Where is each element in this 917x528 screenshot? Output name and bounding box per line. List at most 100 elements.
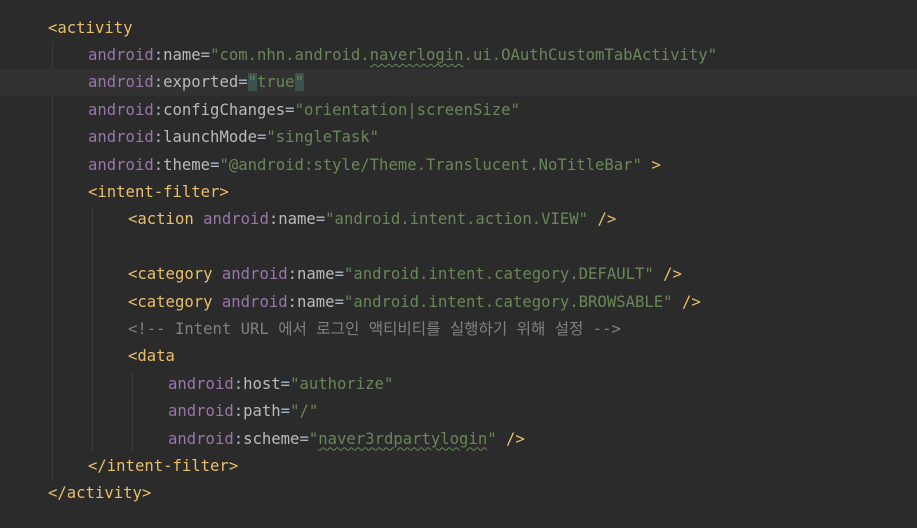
code-token: android [221, 292, 288, 311]
code-token: <action [128, 210, 194, 229]
code-token: " [294, 73, 304, 92]
code-line[interactable]: android:theme="@android:style/Theme.Tran… [0, 152, 917, 179]
code-token: : [233, 374, 244, 393]
code-line[interactable]: <category android:name="android.intent.c… [0, 289, 917, 316]
code-token: " [487, 429, 497, 448]
code-token: " [247, 73, 257, 92]
code-token: <data [128, 347, 175, 366]
code-token: name [297, 265, 335, 284]
code-token: name [163, 45, 201, 64]
code-token: </activity> [48, 484, 152, 503]
code-token: = [200, 45, 211, 64]
code-token: theme [163, 155, 211, 174]
code-line[interactable]: <action android:name="android.intent.act… [0, 206, 917, 233]
code-token: naver3rdpartylogin [318, 429, 488, 448]
code-line[interactable]: android:name="com.nhn.android.naverlogin… [0, 42, 917, 69]
code-token: = [285, 100, 295, 119]
code-line[interactable]: android:launchMode="singleTask" [0, 124, 917, 151]
code-token: scheme [243, 429, 300, 448]
code-token: > [651, 155, 661, 174]
code-token: : [153, 45, 164, 64]
code-token: android [203, 210, 269, 229]
code-token: = [238, 73, 248, 92]
code-token: : [153, 100, 164, 119]
code-token: android [88, 128, 154, 147]
code-line[interactable]: <intent-filter> [0, 179, 917, 206]
code-line[interactable]: android:path="/" [0, 398, 917, 425]
code-token: "com.nhn.android. [210, 45, 370, 64]
code-token: <intent-filter> [88, 182, 229, 201]
code-token: <!-- Intent URL 에서 로그인 액티비티를 실행하기 위해 설정 … [128, 319, 621, 338]
code-token: : [268, 210, 279, 229]
code-line[interactable]: <activity [0, 15, 917, 42]
code-token: android [88, 100, 154, 119]
code-token: /> [681, 292, 701, 311]
code-token: " [308, 429, 319, 448]
code-token: launchMode [163, 128, 257, 147]
code-token: "authorize" [290, 374, 394, 393]
code-line[interactable]: android:exported="true" [0, 69, 917, 97]
code-token: "/" [290, 402, 319, 421]
code-token: = [257, 128, 267, 147]
code-token: : [233, 429, 244, 448]
code-token: android [88, 45, 154, 64]
code-token: = [334, 292, 344, 311]
code-token: name [297, 292, 335, 311]
code-line[interactable]: android:configChanges="orientation|scree… [0, 97, 917, 124]
code-token: android [168, 429, 234, 448]
code-token: android [88, 73, 154, 92]
code-token: /> [506, 429, 525, 448]
code-token: android [88, 155, 154, 174]
code-token: android [221, 265, 288, 284]
code-token: <category [128, 292, 213, 311]
code-token: </intent-filter> [88, 456, 239, 475]
code-token: <category [128, 265, 213, 284]
code-token: "android.intent.category.BROWSABLE" [343, 292, 673, 311]
code-token: true [257, 73, 295, 92]
code-line[interactable]: android:host="authorize" [0, 371, 917, 398]
code-token: = [334, 265, 344, 284]
code-line[interactable]: <!-- Intent URL 에서 로그인 액티비티를 실행하기 위해 설정 … [0, 316, 917, 343]
code-token: "orientation|screenSize" [294, 100, 520, 119]
code-token: : [153, 155, 164, 174]
code-token: host [243, 374, 281, 393]
code-line[interactable]: <data [0, 343, 917, 370]
code-token: "@android:style/Theme.Translucent.NoTitl… [219, 155, 642, 174]
code-token: exported [163, 73, 239, 92]
code-token: configChanges [163, 100, 286, 119]
code-token: /> [597, 210, 617, 229]
code-line[interactable] [0, 234, 917, 261]
code-token: : [287, 292, 297, 311]
code-token: path [243, 402, 281, 421]
code-token: /> [663, 265, 682, 284]
code-token: android [168, 374, 234, 393]
code-token: : [153, 128, 164, 147]
code-token: android [168, 402, 234, 421]
code-token: = [315, 210, 326, 229]
code-token: = [280, 374, 291, 393]
code-token: = [299, 429, 309, 448]
code-token: : [153, 73, 164, 92]
code-token: name [278, 210, 316, 229]
code-line[interactable]: android:scheme="naver3rdpartylogin" /> [0, 426, 917, 453]
code-token: <activity [48, 18, 133, 37]
code-token: "singleTask" [266, 128, 380, 147]
code-token: naverlogin [369, 45, 464, 64]
code-token: "android.intent.category.DEFAULT" [343, 265, 654, 284]
code-token: : [287, 265, 297, 284]
code-token: "android.intent.action.VIEW" [325, 210, 589, 229]
code-token: = [280, 402, 291, 421]
code-token: : [233, 402, 244, 421]
code-line[interactable]: <category android:name="android.intent.c… [0, 261, 917, 288]
code-line[interactable]: </activity> [0, 480, 917, 507]
code-line[interactable]: </intent-filter> [0, 453, 917, 480]
code-token: .ui.OAuthCustomTabActivity" [463, 45, 718, 64]
code-editor[interactable]: <activity android:name="com.nhn.android.n… [0, 0, 917, 528]
